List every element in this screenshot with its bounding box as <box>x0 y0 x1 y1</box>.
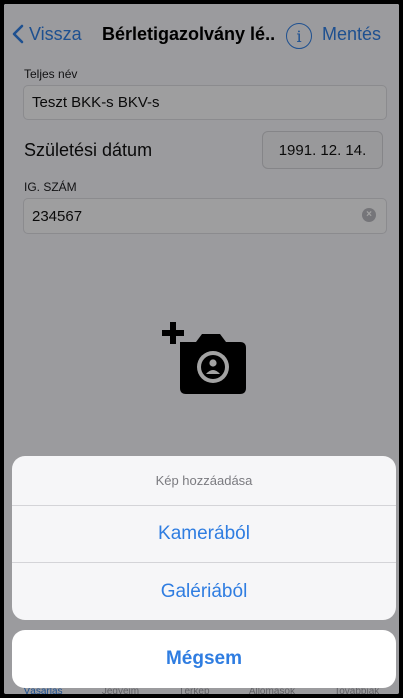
gallery-action-button[interactable]: Galériából <box>12 563 396 620</box>
screen: Vissza Bérletigazolvány lé... i Mentés T… <box>4 4 399 694</box>
cancel-button[interactable]: Mégsem <box>12 630 396 688</box>
camera-action-button[interactable]: Kamerából <box>12 506 396 563</box>
action-sheet-title: Kép hozzáadása <box>12 456 396 506</box>
action-sheet: Kép hozzáadása Kamerából Galériából <box>12 456 396 620</box>
